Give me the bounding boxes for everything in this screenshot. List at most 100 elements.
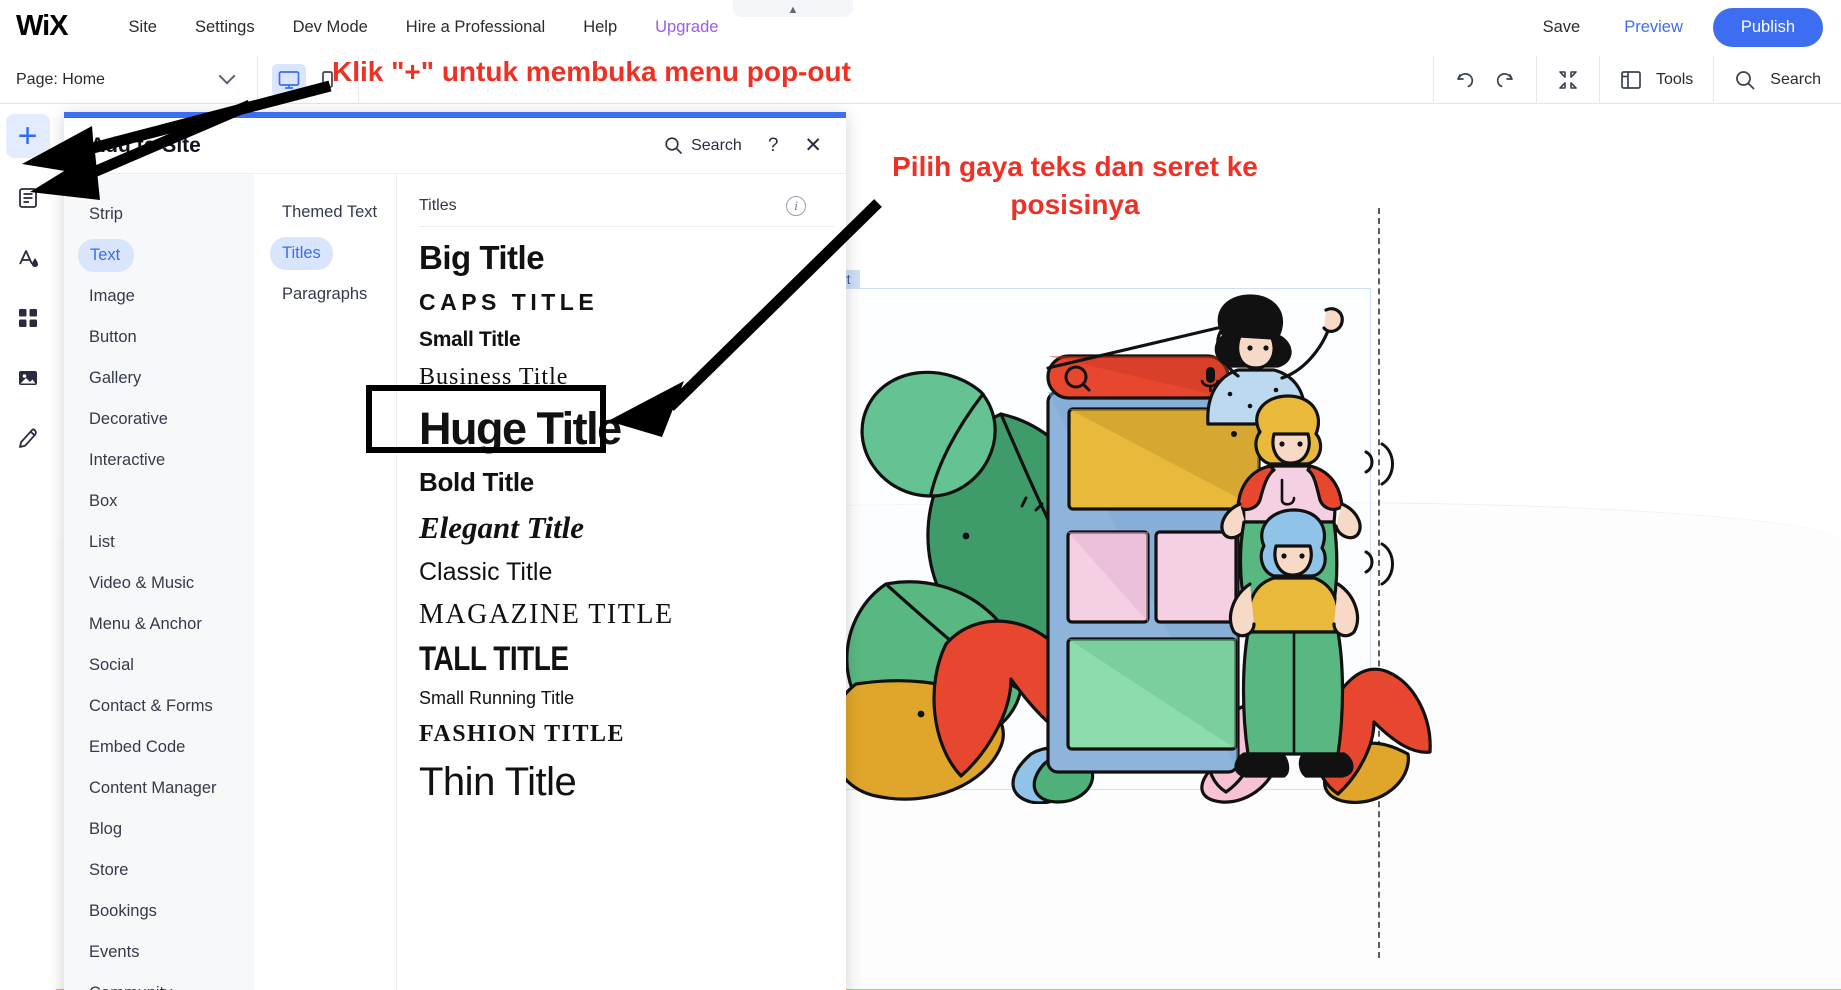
top-nav: Site Settings Dev Mode Hire a Profession…: [110, 12, 738, 43]
title-style-bold-title[interactable]: Bold Title: [419, 461, 846, 504]
pages-icon: [18, 188, 37, 208]
panel-body: Strip Text Image Button Gallery Decorati…: [64, 174, 846, 990]
search-icon: [665, 137, 682, 154]
editor-toolbar-right: Tools Search: [1432, 55, 1841, 104]
category-decorative[interactable]: Decorative: [64, 403, 180, 436]
panel-header-actions: Search ? ✕: [664, 135, 822, 157]
page-selector[interactable]: Page: Home: [0, 55, 258, 104]
info-icon[interactable]: i: [786, 196, 806, 216]
title-style-classic-title[interactable]: Classic Title: [419, 552, 846, 593]
title-style-list: Big Title CAPS TITLE Small Title Busines…: [419, 227, 846, 811]
rail-item-content[interactable]: [8, 418, 48, 458]
panel-close-icon[interactable]: ✕: [804, 135, 822, 156]
zoom-out-button[interactable]: [1557, 69, 1579, 91]
category-gallery[interactable]: Gallery: [64, 362, 153, 395]
panel-search-label: Search: [691, 136, 742, 154]
title-style-elegant-title[interactable]: Elegant Title: [419, 504, 846, 552]
rail-item-pages[interactable]: [8, 178, 48, 218]
collapse-toolbar-tab[interactable]: ▲: [733, 0, 853, 17]
top-bar-actions: Save Preview Publish: [1521, 8, 1841, 47]
titles-section-title: Titles: [419, 197, 457, 214]
add-to-site-panel[interactable]: Add to Site Search ? ✕ Strip Text Image …: [64, 112, 846, 990]
left-rail: +: [0, 104, 56, 990]
wix-logo[interactable]: WiX: [16, 10, 69, 43]
category-contact-forms[interactable]: Contact & Forms: [64, 690, 225, 723]
category-blog[interactable]: Blog: [64, 813, 134, 846]
title-style-huge-title[interactable]: Huge Title: [419, 397, 846, 461]
desktop-icon: [278, 70, 300, 89]
search-button[interactable]: Search: [1713, 55, 1841, 104]
annotation-pick-text-style: Pilih gaya teks dan seret ke posisinya: [892, 151, 1258, 220]
category-store[interactable]: Store: [64, 854, 140, 887]
subcategory-themed-text[interactable]: Themed Text: [270, 196, 389, 229]
redo-icon: [1496, 72, 1513, 87]
title-style-magazine-title[interactable]: MAGAZINE TITLE: [419, 593, 846, 637]
title-style-thin-title[interactable]: Thin Title: [419, 754, 846, 811]
title-style-business-title[interactable]: Business Title: [419, 358, 846, 397]
zoom-out-icon: [1559, 70, 1577, 89]
panel-subcategory-list: Themed Text Titles Paragraphs: [254, 174, 397, 990]
category-embed-code[interactable]: Embed Code: [64, 731, 197, 764]
title-style-big-title[interactable]: Big Title: [419, 233, 846, 283]
category-list[interactable]: List: [64, 526, 127, 559]
category-video-music[interactable]: Video & Music: [64, 567, 206, 600]
category-bookings[interactable]: Bookings: [64, 895, 169, 928]
undo-icon: [1457, 72, 1474, 87]
preview-button[interactable]: Preview: [1602, 12, 1705, 43]
add-elements-button[interactable]: +: [5, 114, 50, 158]
zoom-out-group[interactable]: [1535, 55, 1599, 104]
category-events[interactable]: Events: [64, 936, 151, 969]
topnav-settings[interactable]: Settings: [176, 12, 274, 43]
tools-label: Tools: [1655, 70, 1694, 88]
category-image[interactable]: Image: [64, 280, 147, 313]
topnav-site[interactable]: Site: [110, 12, 176, 43]
category-social[interactable]: Social: [64, 649, 146, 682]
publish-button[interactable]: Publish: [1712, 8, 1823, 47]
save-button[interactable]: Save: [1521, 12, 1603, 43]
topnav-help[interactable]: Help: [564, 12, 636, 43]
category-box[interactable]: Box: [64, 485, 129, 518]
search-icon: [1734, 69, 1756, 91]
panel-help-icon[interactable]: ?: [768, 135, 779, 157]
wix-logo-text: WiX: [16, 10, 69, 42]
category-community[interactable]: Community: [64, 977, 184, 990]
annotation-click-plus: Klik "+" untuk membuka menu pop-out: [332, 56, 851, 87]
category-text[interactable]: Text: [78, 239, 135, 272]
subcategory-paragraphs[interactable]: Paragraphs: [270, 278, 379, 311]
category-menu-anchor[interactable]: Menu & Anchor: [64, 608, 214, 641]
panel-title: Add to Site: [90, 133, 201, 157]
theme-icon: [18, 250, 38, 267]
topnav-hire-a-professional[interactable]: Hire a Professional: [387, 12, 564, 43]
rail-item-apps[interactable]: [8, 298, 48, 338]
desktop-view-button[interactable]: [272, 63, 306, 96]
panel-header: Add to Site Search ? ✕: [64, 118, 846, 174]
editor-toolbar: Page: Home Tools Search: [0, 55, 1841, 104]
undo-button[interactable]: [1454, 69, 1478, 91]
topnav-dev-mode[interactable]: Dev Mode: [274, 12, 387, 43]
media-icon: [18, 371, 37, 385]
topnav-upgrade[interactable]: Upgrade: [636, 12, 737, 43]
plus-icon: +: [17, 117, 38, 155]
title-style-small-running-title[interactable]: Small Running Title: [419, 681, 846, 715]
content-icon: [18, 428, 37, 448]
panel-category-list: Strip Text Image Button Gallery Decorati…: [64, 174, 254, 990]
category-content-manager[interactable]: Content Manager: [64, 772, 229, 805]
category-interactive[interactable]: Interactive: [64, 444, 177, 477]
rail-item-theme[interactable]: [8, 238, 48, 278]
search-label: Search: [1770, 70, 1821, 88]
category-strip[interactable]: Strip: [64, 198, 135, 231]
page-selector-label: Page: Home: [16, 70, 105, 88]
rail-item-media[interactable]: [8, 358, 48, 398]
vector-art-illustration[interactable]: [826, 284, 1446, 804]
titles-section-header: Titles i: [419, 196, 834, 227]
title-style-tall-title[interactable]: TALL TITLE: [419, 632, 846, 686]
redo-button[interactable]: [1492, 69, 1516, 91]
title-style-small-title[interactable]: Small Title: [419, 322, 846, 358]
panel-search-button[interactable]: Search: [664, 136, 742, 155]
tools-button[interactable]: Tools: [1598, 55, 1713, 104]
history-group: [1432, 55, 1536, 104]
title-style-caps-title[interactable]: CAPS TITLE: [419, 283, 846, 322]
title-style-fashion-title[interactable]: FASHION TITLE: [419, 715, 846, 754]
category-button[interactable]: Button: [64, 321, 149, 354]
subcategory-titles[interactable]: Titles: [270, 237, 333, 270]
